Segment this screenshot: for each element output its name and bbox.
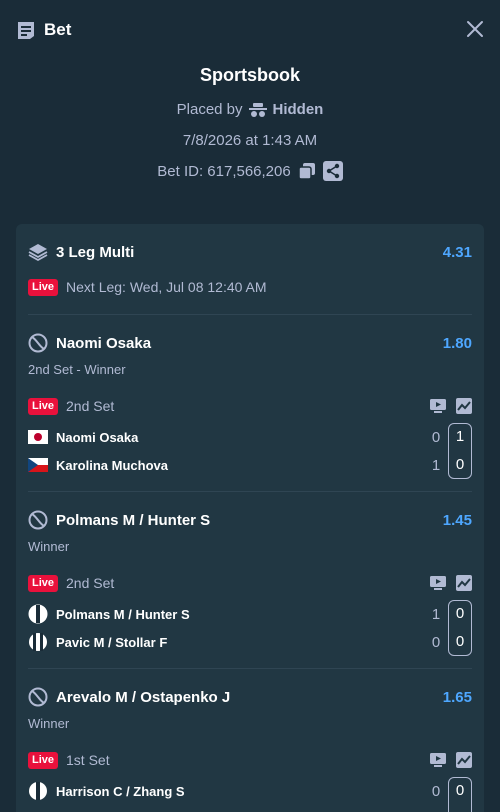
- leg-1: Naomi Osaka 1.80 2nd Set - Winner Live 2…: [16, 315, 484, 479]
- leg-selection: Naomi Osaka: [56, 334, 152, 352]
- japan-flag-icon: [28, 430, 48, 444]
- scoreboard: Harrison C / Zhang S 0 0: [28, 777, 472, 812]
- player-row: Polmans M / Hunter S 1: [28, 600, 472, 628]
- modal-header: Bet: [0, 0, 500, 60]
- leg-market: Winner: [28, 539, 70, 554]
- multi-label: 3 Leg Multi: [56, 243, 135, 261]
- layers-icon: [28, 244, 48, 262]
- share-button[interactable]: [322, 161, 343, 181]
- player-row: Harrison C / Zhang S 0: [28, 777, 472, 805]
- leg-market: Winner: [28, 716, 70, 731]
- sportsbook-title: Sportsbook: [199, 65, 300, 85]
- multi-header: 3 Leg Multi 4.31: [16, 224, 484, 280]
- current-set: 2nd Set: [66, 575, 115, 591]
- player-row: Karolina Muchova 1: [28, 451, 472, 479]
- leg-status-row: Live 2nd Set: [28, 393, 472, 419]
- chart-icon: [456, 575, 472, 591]
- bet-id: Bet ID: 617,566,206: [157, 162, 291, 180]
- stats-button[interactable]: [456, 398, 472, 414]
- bet-datetime: 7/8/2026 at 1:43 AM: [182, 132, 318, 149]
- leg-status-row: Live 2nd Set: [28, 570, 472, 596]
- leg-3: Arevalo M / Ostapenko J 1.65 Winner Live…: [16, 669, 484, 812]
- game-score: 1: [431, 605, 441, 623]
- stats-button[interactable]: [456, 752, 472, 768]
- bet-id-line: Bet ID: 617,566,206: [0, 161, 500, 181]
- player-row: Naomi Osaka 0: [28, 423, 472, 451]
- czech-flag-icon: [28, 458, 48, 472]
- player-name: Harrison C / Zhang S: [56, 783, 185, 799]
- tv-play-icon: [430, 399, 446, 413]
- tennis-ball-icon: [28, 687, 48, 707]
- tennis-ball-icon: [28, 333, 48, 353]
- player-row: Pavic M / Stollar F 0: [28, 628, 472, 656]
- current-set: 2nd Set: [66, 398, 115, 414]
- neutral-flag-icon: [29, 782, 47, 800]
- chart-icon: [456, 752, 472, 768]
- game-score: 0: [431, 782, 441, 800]
- live-badge: Live: [28, 278, 59, 296]
- scoreboard: Polmans M / Hunter S 1 Pavic M / Stollar…: [28, 600, 472, 656]
- leg-odds: 1.45: [442, 511, 472, 529]
- player-name: Karolina Muchova: [56, 457, 168, 473]
- set-score: 1: [455, 428, 465, 445]
- stats-button[interactable]: [456, 575, 472, 591]
- game-score: 0: [431, 428, 441, 446]
- tv-play-icon: [430, 753, 446, 767]
- bet-card: 3 Leg Multi 4.31 Live Next Leg: Wed, Jul…: [16, 224, 484, 812]
- game-score: 1: [431, 456, 441, 474]
- leg-selection: Arevalo M / Ostapenko J: [56, 688, 231, 706]
- scoreboard: Naomi Osaka 0 Karolina Muchova 1 1 0: [28, 423, 472, 479]
- live-badge: Live: [28, 751, 59, 769]
- leg-odds: 1.65: [442, 688, 472, 706]
- set-score: 0: [455, 605, 465, 622]
- leg-2: Polmans M / Hunter S 1.45 Winner Live 2n…: [16, 492, 484, 656]
- title-wrap: Bet: [16, 20, 71, 40]
- tv-play-icon: [430, 576, 446, 590]
- game-score: 0: [431, 633, 441, 651]
- leg-selection: Polmans M / Hunter S: [56, 511, 211, 529]
- set-score-box: 0: [448, 777, 472, 812]
- placed-by-label: Placed by: [176, 101, 243, 118]
- chart-icon: [456, 398, 472, 414]
- set-score-box: 1 0: [448, 423, 472, 479]
- set-score: 0: [455, 633, 465, 650]
- tennis-ball-icon: [28, 510, 48, 530]
- multi-odds: 4.31: [442, 243, 472, 261]
- live-stream-button[interactable]: [430, 753, 446, 767]
- copy-button[interactable]: [297, 161, 317, 181]
- close-icon[interactable]: [466, 20, 484, 38]
- leg-odds: 1.80: [442, 334, 472, 352]
- neutral-flag-icon: [28, 604, 48, 624]
- live-stream-button[interactable]: [430, 399, 446, 413]
- current-set: 1st Set: [66, 752, 110, 768]
- player-name: Polmans M / Hunter S: [56, 606, 190, 622]
- set-score-box: 0 0: [448, 600, 472, 656]
- placed-by-user: Hidden: [272, 101, 324, 118]
- next-leg-text: Next Leg: Wed, Jul 08 12:40 AM: [66, 279, 267, 295]
- set-score: 0: [455, 456, 465, 473]
- next-leg-row: Live Next Leg: Wed, Jul 08 12:40 AM: [16, 274, 484, 300]
- copy-icon: [297, 163, 315, 180]
- placed-by-line: Placed by Hidden: [0, 101, 500, 118]
- live-badge: Live: [28, 397, 59, 415]
- receipt-icon: [18, 22, 34, 39]
- player-name: Pavic M / Stollar F: [56, 634, 168, 650]
- modal-title: Bet: [44, 20, 72, 39]
- player-name: Naomi Osaka: [56, 429, 139, 445]
- share-icon: [322, 161, 343, 181]
- leg-status-row: Live 1st Set: [28, 747, 472, 773]
- bet-info: Sportsbook Placed by Hidden 7/8/2026 at …: [0, 60, 500, 181]
- incognito-icon: [248, 102, 267, 117]
- live-badge: Live: [28, 574, 59, 592]
- live-stream-button[interactable]: [430, 576, 446, 590]
- neutral-flag-icon: [29, 633, 47, 651]
- set-score: 0: [455, 782, 465, 799]
- leg-market: 2nd Set - Winner: [28, 362, 126, 377]
